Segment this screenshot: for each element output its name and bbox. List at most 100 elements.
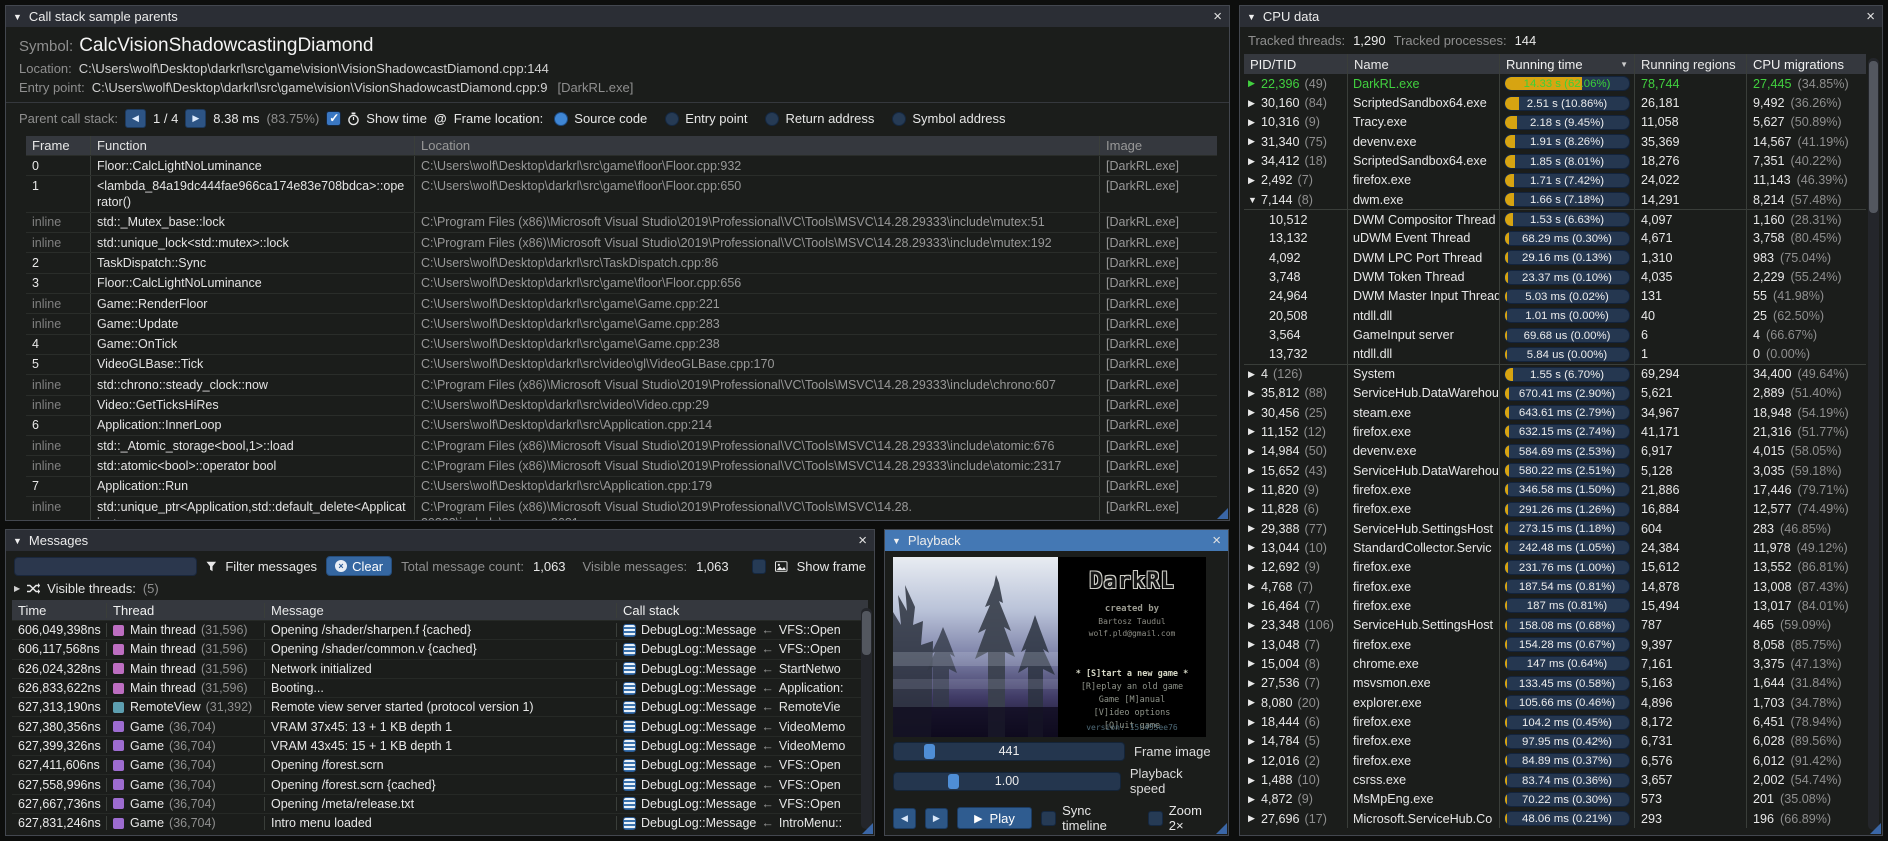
callstack-row[interactable]: inline std::atomic<bool>::operator bool … [26,455,1217,475]
process-row[interactable]: ▶ 14,984 (50) devenv.exe 584.69 ms (2.53… [1244,442,1866,461]
column-running-time[interactable]: Running time▼ [1499,54,1634,74]
callstack-row[interactable]: inline std::_Mutex_base::lock C:\Program… [26,212,1217,232]
playback-speed-slider[interactable]: 1.00 [893,772,1121,791]
process-row[interactable]: ▶ 2,492 (7) firefox.exe 1.71 s (7.42%) 2… [1244,171,1866,190]
process-row[interactable]: ▶ 18,444 (6) firefox.exe 104.2 ms (0.45%… [1244,712,1866,731]
message-row[interactable]: 627,399,326ns Game (36,704) VRAM 43x45: … [12,736,868,755]
callstack-row[interactable]: inline std::unique_lock<std::mutex>::loc… [26,232,1217,252]
radio-icon[interactable] [765,112,779,126]
expand-icon[interactable]: ▶ [1248,369,1261,380]
process-row[interactable]: ▶ 4,872 (9) MsMpEng.exe 70.22 ms (0.30%)… [1244,790,1866,809]
collapse-icon[interactable]: ▼ [1247,12,1256,22]
callstack-row[interactable]: 3 Floor::CalcLightNoLuminance C:\Users\w… [26,273,1217,293]
prev-frame-button[interactable]: ◀ [893,808,916,829]
radio-icon[interactable] [665,112,679,126]
process-row[interactable]: 10,512 DWM Compositor Thread 1.53 s (6.6… [1244,209,1866,228]
call-stack-icon[interactable] [623,817,636,830]
process-row[interactable]: ▶ 30,160 (84) ScriptedSandbox64.exe 2.51… [1244,93,1866,112]
callstack-row[interactable]: inline std::unique_ptr<Application,std::… [26,496,1217,520]
call-stack-icon[interactable] [623,759,636,772]
process-row[interactable]: ▶ 27,536 (7) msvsmon.exe 133.45 ms (0.58… [1244,674,1866,693]
expand-icon[interactable]: ▶ [1248,156,1261,167]
expand-icon[interactable]: ▶ [1248,717,1261,728]
message-row[interactable]: 626,024,328ns Main thread (31,596) Netwo… [12,659,868,678]
call-stack-icon[interactable] [623,701,636,714]
frame-location-radio[interactable]: Return address [765,111,874,126]
callstack-row[interactable]: inline Game::RenderFloor C:\Users\wolf\D… [26,293,1217,313]
stack-function[interactable]: DebugLog::Message [641,778,756,792]
frame-location-radio[interactable]: Symbol address [892,111,1005,126]
column-thread[interactable]: Thread [106,603,264,618]
message-row[interactable]: 606,049,398ns Main thread (31,596) Openi… [12,620,868,639]
process-row[interactable]: ▶ 15,652 (43) ServiceHub.DataWarehou 580… [1244,461,1866,480]
callstack-row[interactable]: inline std::chrono::steady_clock::now C:… [26,374,1217,394]
message-row[interactable]: 606,117,568ns Main thread (31,596) Openi… [12,639,868,658]
call-stack-icon[interactable] [623,778,636,791]
filter-input[interactable] [14,557,197,576]
process-row[interactable]: 13,132 uDWM Event Thread 68.29 ms (0.30%… [1244,229,1866,248]
stack-function[interactable]: DebugLog::Message [641,739,756,753]
process-row[interactable]: ▶ 10,316 (9) Tracy.exe 2.18 s (9.45%) 11… [1244,113,1866,132]
column-call-stack[interactable]: Call stack [616,603,868,618]
expand-icon[interactable]: ▶ [1248,523,1261,534]
collapse-icon[interactable]: ▼ [13,536,22,546]
process-row[interactable]: ▶ 12,692 (9) firefox.exe 231.76 ms (1.00… [1244,558,1866,577]
cpu-scrollbar[interactable] [1868,58,1879,830]
message-row[interactable]: 627,313,190ns RemoteView (31,392) Remote… [12,697,868,716]
expand-icon[interactable]: ▼ [1248,195,1261,205]
stack-function[interactable]: DebugLog::Message [641,797,756,811]
expand-icon[interactable]: ▶ [1248,581,1261,592]
callstack-row[interactable]: 1 <lambda_84a19dc444fae966ca174e83e708bd… [26,175,1217,212]
resize-grip[interactable] [862,823,873,834]
process-row[interactable]: 20,508 ntdll.dll 1.01 ms (0.00%) 40 [1244,306,1866,325]
show-frame-label[interactable]: Show frame [797,559,866,574]
column-function[interactable]: Function [90,136,414,155]
process-row[interactable]: ▶ 15,004 (8) chrome.exe 147 ms (0.64%) 7… [1244,654,1866,673]
expand-icon[interactable]: ▶ [1248,175,1261,186]
next-frame-button[interactable]: ▶ [925,808,948,829]
show-time-label[interactable]: Show time [366,111,427,126]
process-row[interactable]: ▶ 31,340 (75) devenv.exe 1.91 s (8.26%) … [1244,132,1866,151]
expand-threads-icon[interactable]: ▶ [14,584,20,593]
expand-icon[interactable]: ▶ [1248,407,1261,418]
process-row[interactable]: 4,092 DWM LPC Port Thread 29.16 ms (0.13… [1244,248,1866,267]
stack-source[interactable]: VFS::Open [779,758,841,772]
expand-icon[interactable]: ▶ [1248,620,1261,631]
radio-icon[interactable] [554,112,568,126]
play-button[interactable]: ▶ Play [957,807,1032,829]
process-row[interactable]: ▶ 13,044 (10) StandardCollector.Servic 2… [1244,538,1866,557]
frame-location-radio[interactable]: Source code [554,111,647,126]
close-icon[interactable]: × [1212,533,1221,548]
expand-icon[interactable]: ▶ [1248,775,1261,786]
stack-function[interactable]: DebugLog::Message [641,662,756,676]
process-row[interactable]: ▶ 4,768 (7) firefox.exe 187.54 ms (0.81%… [1244,577,1866,596]
column-pid-tid[interactable]: PID/TID [1244,54,1347,74]
callstack-row[interactable]: 0 Floor::CalcLightNoLuminance C:\Users\w… [26,155,1217,175]
stack-source[interactable]: VFS::Open [779,797,841,811]
process-row[interactable]: ▶ 8,080 (20) explorer.exe 105.66 ms (0.4… [1244,693,1866,712]
stack-source[interactable]: VideoMemo [779,720,845,734]
expand-icon[interactable]: ▶ [1248,117,1261,128]
expand-icon[interactable]: ▶ [1248,426,1261,437]
column-message[interactable]: Message [264,603,616,618]
callstack-row[interactable]: inline std::_Atomic_storage<bool,1>::loa… [26,435,1217,455]
stack-source[interactable]: VideoMemo [779,739,845,753]
process-row[interactable]: ▶ 35,812 (88) ServiceHub.DataWarehou 670… [1244,384,1866,403]
column-cpu-migrations[interactable]: CPU migrations [1746,54,1866,74]
process-row[interactable]: ▶ 27,696 (17) Microsoft.ServiceHub.Co 48… [1244,809,1866,828]
process-row[interactable]: 3,564 GameInput server 69.68 us (0.00%) … [1244,325,1866,344]
sync-timeline-checkbox[interactable] [1041,811,1056,826]
call-stack-icon[interactable] [623,662,636,675]
expand-icon[interactable]: ▶ [1248,504,1261,515]
process-row[interactable]: 24,964 DWM Master Input Thread 5.03 ms (… [1244,287,1866,306]
process-row[interactable]: ▶ 11,828 (6) firefox.exe 291.26 ms (1.26… [1244,500,1866,519]
stack-function[interactable]: DebugLog::Message [641,681,756,695]
collapse-icon[interactable]: ▼ [13,12,22,22]
message-row[interactable]: 627,558,996ns Game (36,704) Opening /for… [12,774,868,793]
process-row[interactable]: ▶ 16,464 (7) firefox.exe 187 ms (0.81%) … [1244,596,1866,615]
visible-threads-label[interactable]: Visible threads: [47,581,136,596]
stack-function[interactable]: DebugLog::Message [641,720,756,734]
close-icon[interactable]: × [1866,9,1875,24]
stack-source[interactable]: Application: [779,681,844,695]
expand-icon[interactable]: ▶ [1248,639,1261,650]
